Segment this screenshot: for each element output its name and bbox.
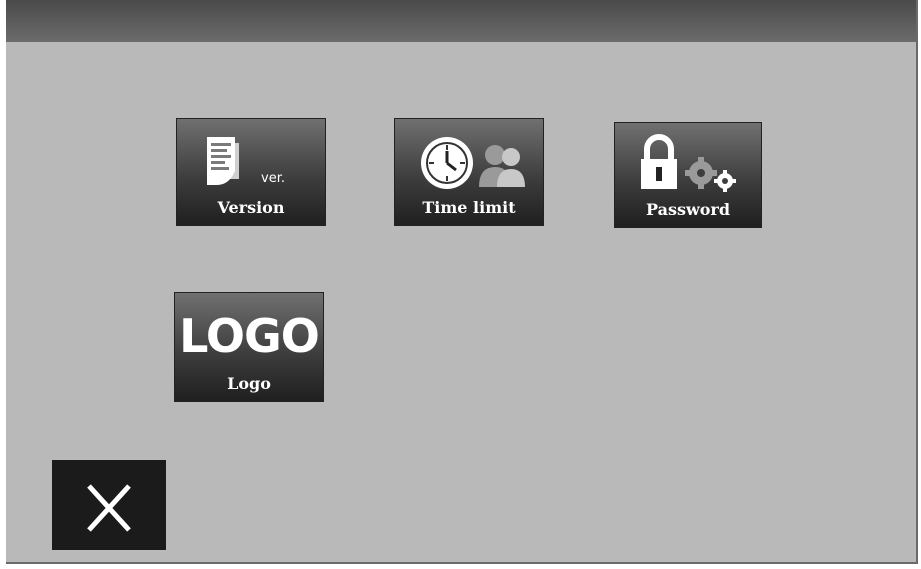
title-bar: [6, 0, 916, 42]
time-limit-label: Time limit: [422, 198, 516, 217]
logo-label: Logo: [227, 374, 271, 393]
time-limit-button[interactable]: Time limit: [394, 118, 544, 226]
lock-gears-icon: [615, 129, 761, 209]
version-button[interactable]: ver. Version: [176, 118, 326, 226]
password-button[interactable]: Password: [614, 122, 762, 228]
document-version-icon: ver.: [177, 125, 325, 205]
version-label: Version: [217, 198, 285, 217]
close-icon: [87, 484, 131, 532]
logo-button[interactable]: LOGO Logo: [174, 292, 324, 402]
logo-text-icon: LOGO: [179, 309, 320, 363]
version-badge: ver.: [261, 171, 285, 186]
password-label: Password: [645, 200, 731, 219]
clock-users-icon: [395, 125, 543, 205]
close-button[interactable]: [52, 460, 166, 550]
settings-screen: ver. Version Time limit Password LOGO Lo…: [6, 0, 918, 564]
